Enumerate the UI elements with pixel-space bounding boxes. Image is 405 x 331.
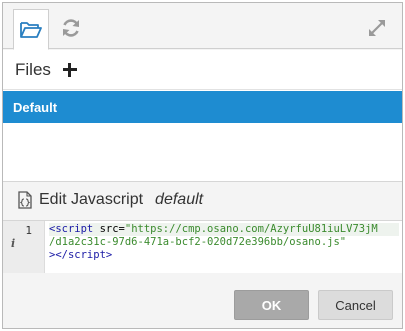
code-token: ></ <box>49 249 68 261</box>
ok-button[interactable]: OK <box>234 290 309 320</box>
file-item-default[interactable]: Default <box>3 91 402 123</box>
line-number: 1 <box>25 224 32 237</box>
code-token: script <box>67 249 106 261</box>
code-line: ></script> <box>49 249 399 262</box>
code-token: "https://cmp.osano.com/AzyrfuU81iuLV73jM <box>124 223 378 235</box>
javascript-file-icon <box>18 191 32 209</box>
refresh-button[interactable] <box>53 9 89 47</box>
file-list: Default <box>3 91 402 181</box>
dialog-footer: OK Cancel <box>3 273 402 328</box>
edit-panel: Edit Javascript default 1 i <script src=… <box>3 181 402 281</box>
add-file-icon[interactable] <box>62 62 77 77</box>
code-token: src= <box>93 223 125 235</box>
info-marker-icon: i <box>11 237 16 250</box>
code-token: > <box>105 249 113 261</box>
files-panel: Files Default <box>3 50 402 181</box>
code-token: /d1a2c31c-97d6-471a-bcf2-020d72e396bb/os… <box>49 236 347 248</box>
folder-open-icon <box>20 21 42 38</box>
file-item-label: Default <box>13 99 58 115</box>
code-token: script <box>55 223 94 235</box>
toolbar <box>3 3 402 50</box>
code-line: <script src="https://cmp.osano.com/Azyrf… <box>49 223 399 236</box>
refresh-icon <box>63 19 79 37</box>
edit-file-name: default <box>155 191 204 208</box>
editor-gutter: 1 i <box>3 221 45 281</box>
expand-button[interactable] <box>359 9 395 47</box>
files-tab-button[interactable] <box>13 9 49 50</box>
files-title: Files <box>15 59 51 79</box>
edit-header: Edit Javascript default <box>17 190 203 210</box>
expand-icon <box>369 20 385 36</box>
code-line: /d1a2c31c-97d6-471a-bcf2-020d72e396bb/os… <box>49 236 399 249</box>
files-header: Files <box>3 50 402 90</box>
code-content[interactable]: <script src="https://cmp.osano.com/Azyrf… <box>49 223 399 262</box>
cancel-button[interactable]: Cancel <box>318 290 393 320</box>
code-editor[interactable]: 1 i <script src="https://cmp.osano.com/A… <box>3 220 402 281</box>
edit-javascript-dialog: Files Default Edit Javascript default 1 … <box>2 2 403 329</box>
edit-title: Edit Javascript <box>39 191 144 208</box>
